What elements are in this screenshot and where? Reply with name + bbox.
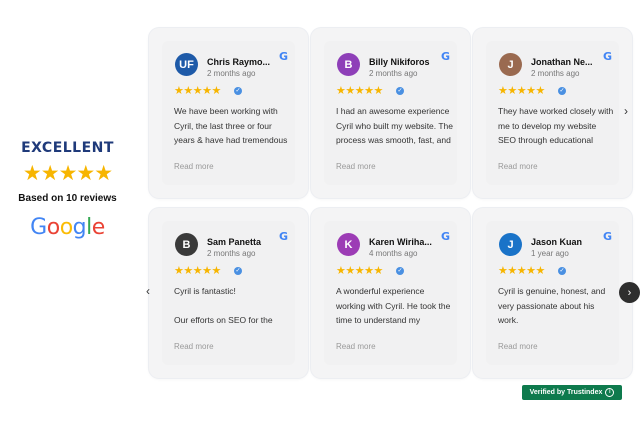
avatar: J [499, 53, 522, 76]
read-more-link[interactable]: Read more [336, 162, 376, 171]
verified-icon: ✓ [396, 267, 404, 275]
rating-summary: EXCELLENT ★★★★★ Based on 10 reviews Goog… [0, 140, 135, 240]
review-date: 2 months ago [369, 69, 418, 78]
review-text: A wonderful experience working with Cyri… [336, 286, 451, 330]
review-card-inner: J Jason Kuan 1 year ago G ★★★★★ ✓ Cyril … [486, 221, 619, 365]
reviewer-name: Sam Panetta [207, 237, 262, 247]
reviewer-name: Billy Nikiforos [369, 57, 430, 67]
reviewer-name: Chris Raymo... [207, 57, 271, 67]
prev-arrow-icon[interactable]: ‹ [146, 284, 150, 298]
verified-icon: ✓ [558, 87, 566, 95]
next-button[interactable]: › [619, 282, 640, 303]
google-icon: G [602, 230, 612, 243]
review-stars: ★★★★★ [174, 265, 221, 277]
review-card: J Jason Kuan 1 year ago G ★★★★★ ✓ Cyril … [473, 208, 632, 378]
google-icon: G [278, 50, 288, 63]
review-date: 4 months ago [369, 249, 418, 258]
chevron-right-icon: › [627, 286, 632, 299]
read-more-link[interactable]: Read more [174, 342, 214, 351]
review-date: 2 months ago [207, 69, 256, 78]
google-icon: G [440, 230, 450, 243]
badge-text: Verified by Trustindex [529, 389, 603, 396]
avatar: B [175, 233, 198, 256]
review-text: Cyril is genuine, honest, and very passi… [498, 286, 608, 325]
review-stars: ★★★★★ [174, 85, 221, 97]
rating-label: EXCELLENT [21, 140, 114, 156]
read-more-link[interactable]: Read more [174, 162, 214, 171]
avatar: UF [175, 53, 198, 76]
reviewer-name: Jonathan Ne... [531, 57, 593, 67]
reviewer-name: Jason Kuan [531, 237, 583, 247]
google-icon: G [440, 50, 450, 63]
google-icon: G [602, 50, 612, 63]
google-logo-letter: g [72, 215, 87, 240]
review-card-inner: B Billy Nikiforos 2 months ago G ★★★★★ ✓… [324, 41, 457, 185]
review-stars: ★★★★★ [498, 85, 545, 97]
review-card-inner: B Sam Panetta 2 months ago G ★★★★★ ✓ Cyr… [162, 221, 295, 365]
avatar: K [337, 233, 360, 256]
review-text: They have worked closely with me to deve… [498, 106, 614, 150]
review-date: 2 months ago [531, 69, 580, 78]
review-text: I had an awesome experience Cyril who bu… [336, 106, 453, 145]
google-logo-letter: o [59, 215, 73, 240]
verified-icon: ✓ [234, 87, 242, 95]
read-more-link[interactable]: Read more [336, 342, 376, 351]
google-logo-letter: G [30, 215, 47, 240]
review-card: UF Chris Raymo... 2 months ago G ★★★★★ ✓… [149, 28, 308, 198]
google-logo: Google [0, 215, 135, 240]
avatar: J [499, 233, 522, 256]
review-date: 2 months ago [207, 249, 256, 258]
review-card: J Jonathan Ne... 2 months ago G ★★★★★ ✓ … [473, 28, 632, 198]
google-logo-letter: e [91, 215, 106, 240]
google-icon: G [278, 230, 288, 243]
summary-stars: ★★★★★ [22, 162, 113, 185]
review-stars: ★★★★★ [336, 85, 383, 97]
review-date: 1 year ago [531, 249, 569, 258]
review-stars: ★★★★★ [498, 265, 545, 277]
review-card-inner: UF Chris Raymo... 2 months ago G ★★★★★ ✓… [162, 41, 295, 185]
google-logo-letter: o [46, 215, 60, 240]
review-card-inner: K Karen Wiriha... 4 months ago G ★★★★★ ✓… [324, 221, 457, 365]
review-stars: ★★★★★ [336, 265, 383, 277]
verified-icon: ✓ [234, 267, 242, 275]
review-text: Cyril is fantastic! Our efforts on SEO f… [174, 286, 275, 330]
verified-badge[interactable]: Verified by Trustindex i [522, 385, 622, 400]
next-arrow-icon[interactable]: › [624, 104, 628, 118]
verified-icon: ✓ [396, 87, 404, 95]
read-more-link[interactable]: Read more [498, 162, 538, 171]
verified-icon: ✓ [558, 267, 566, 275]
review-text: We have been working with Cyril, the las… [174, 106, 288, 150]
review-card: K Karen Wiriha... 4 months ago G ★★★★★ ✓… [311, 208, 470, 378]
avatar: B [337, 53, 360, 76]
review-card: B Sam Panetta 2 months ago G ★★★★★ ✓ Cyr… [149, 208, 308, 378]
review-card: B Billy Nikiforos 2 months ago G ★★★★★ ✓… [311, 28, 470, 198]
based-on-reviews: Based on 10 reviews [18, 193, 117, 204]
reviewer-name: Karen Wiriha... [369, 237, 432, 247]
read-more-link[interactable]: Read more [498, 342, 538, 351]
review-card-inner: J Jonathan Ne... 2 months ago G ★★★★★ ✓ … [486, 41, 619, 185]
info-icon: i [605, 388, 615, 397]
